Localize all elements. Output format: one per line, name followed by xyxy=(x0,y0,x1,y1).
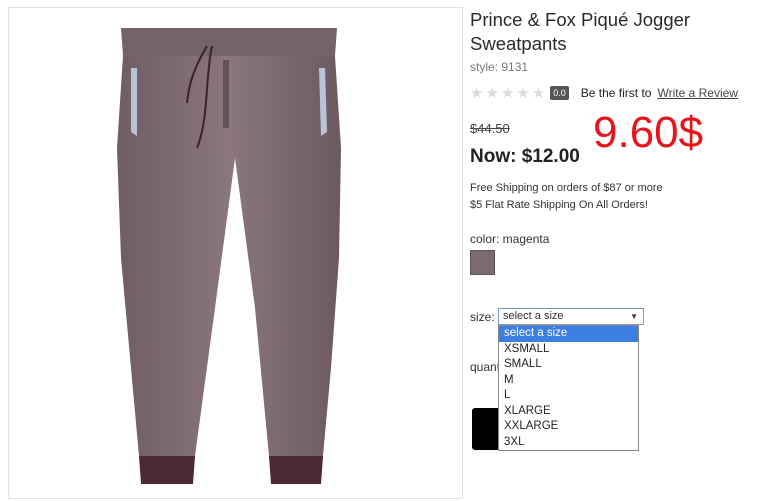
size-select-value: select a size xyxy=(503,310,564,322)
shipping-info: Free Shipping on orders of $87 or more $… xyxy=(470,180,663,214)
overlay-price-annotation: 9.60$ xyxy=(593,108,704,157)
size-option[interactable]: XLARGE xyxy=(499,404,638,420)
size-option[interactable]: L xyxy=(499,388,638,404)
color-label: color: magenta xyxy=(470,232,550,246)
size-option[interactable]: M xyxy=(499,373,638,389)
star-icon[interactable]: ★ xyxy=(501,86,514,101)
rating-row: ★ ★ ★ ★ ★ 0.0 Be the first to Write a Re… xyxy=(470,84,738,102)
add-to-bag-button[interactable] xyxy=(472,408,498,450)
size-option[interactable]: select a size xyxy=(499,326,638,342)
size-option[interactable]: SMALL xyxy=(499,357,638,373)
star-icon[interactable]: ★ xyxy=(516,86,529,101)
quantity-label: quantity xyxy=(470,360,498,374)
write-review-link[interactable]: Write a Review xyxy=(657,86,737,100)
product-title: Prince & Fox Piqué Jogger Sweatpants xyxy=(470,9,691,54)
star-icon[interactable]: ★ xyxy=(532,86,545,101)
size-option[interactable]: 3XL xyxy=(499,435,638,451)
jogger-pants-image xyxy=(117,28,341,484)
size-option[interactable]: XXLARGE xyxy=(499,419,638,435)
rating-score-badge: 0.0 xyxy=(550,86,569,100)
product-style-number: style: 9131 xyxy=(470,60,529,74)
size-dropdown-list: select a size XSMALL SMALL M L XLARGE XX… xyxy=(498,325,639,451)
free-shipping-text: Free Shipping on orders of $87 or more xyxy=(470,182,663,194)
dropdown-arrow-icon: ▼ xyxy=(630,312,638,321)
be-first-text: Be the first to xyxy=(580,86,652,100)
size-option[interactable]: XSMALL xyxy=(499,342,638,358)
product-image xyxy=(8,7,463,499)
size-select[interactable]: select a size ▼ xyxy=(498,308,644,325)
color-swatch-magenta[interactable] xyxy=(470,250,495,275)
size-label: size: xyxy=(470,310,495,324)
sale-price: Now: $12.00 xyxy=(470,146,580,167)
flat-rate-shipping-text: $5 Flat Rate Shipping On All Orders! xyxy=(470,199,648,211)
star-icon[interactable]: ★ xyxy=(485,86,498,101)
original-price: $44.50 xyxy=(470,121,510,136)
star-icon[interactable]: ★ xyxy=(470,86,483,101)
